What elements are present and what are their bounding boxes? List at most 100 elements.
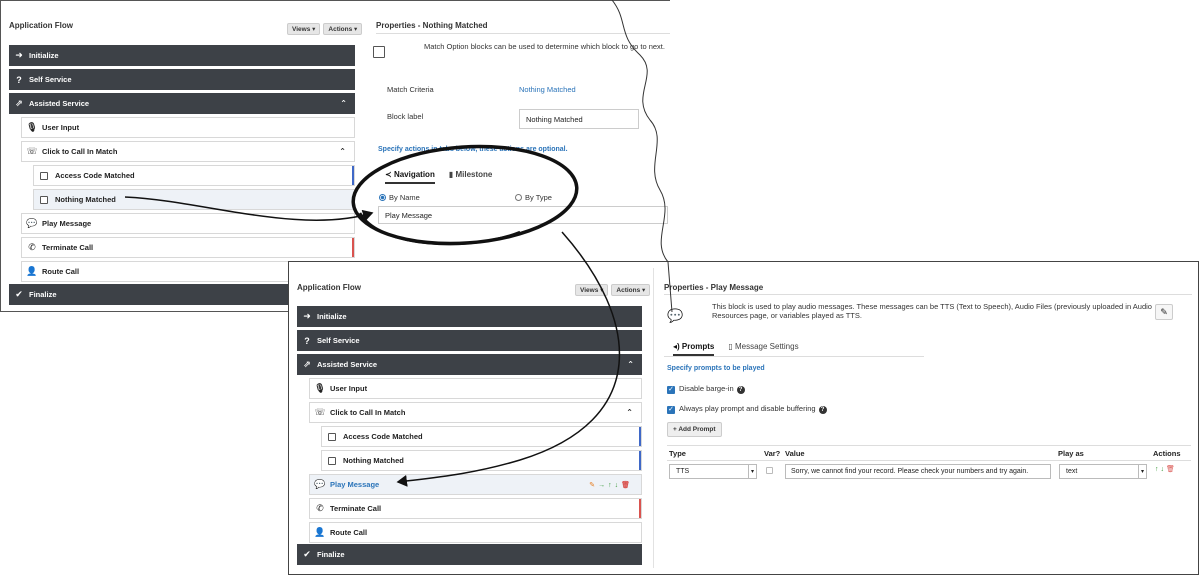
document-icon: ▯ [728,342,735,351]
microphone-icon: 🎙 [314,383,326,393]
actions-button[interactable]: Actions ▾ [323,23,363,35]
tab-navigation[interactable]: ≺ Navigation [385,170,435,184]
flow-toolbar: Views ▾ Actions ▾ [287,23,363,35]
block-route-call[interactable]: 👤 Route Call [309,522,642,543]
divider [376,33,670,34]
block-initialize[interactable]: ➜ Initialize [297,306,642,327]
edit-icon[interactable]: ✎ [589,482,598,489]
hang-up-icon: ✆ [316,503,324,513]
sign-in-icon: ➜ [303,311,311,321]
type-select[interactable]: TTS ▾ [669,464,757,479]
screenshot-play-message: Application Flow Views ▾ Actions ▾ ➜ Ini… [288,261,1199,575]
match-criteria-value[interactable]: Nothing Matched [519,85,576,94]
block-label: Click to Call In Match [42,147,118,156]
radio-by-name[interactable]: By Name [379,193,420,202]
tab-divider [664,356,924,357]
help-icon[interactable]: ? [818,406,827,414]
speech-bubble-icon: 💬 [26,218,38,228]
checkmark-icon: ✔ [303,549,311,559]
block-label: Assisted Service [317,360,378,369]
block-label: Nothing Matched [343,456,404,465]
block-label: Terminate Call [42,243,94,252]
block-label: Play Message [42,219,92,228]
disable-barge-in[interactable]: ✓ Disable barge-in? [667,384,745,394]
chevron-up-icon[interactable]: ⌃ [627,360,634,369]
speech-bubble-icon: 💬 [667,308,684,323]
radio-selected[interactable] [379,194,386,201]
match-criteria-label: Match Criteria [387,85,434,94]
block-nothing-matched[interactable]: Nothing Matched [321,450,642,471]
divider [664,294,1192,295]
block-nothing-matched[interactable]: Nothing Matched [33,189,355,210]
agent-icon: 👤 [314,527,326,537]
block-access-code-matched[interactable]: Access Code Matched [321,426,642,447]
target-block-input[interactable]: Play Message [378,206,668,224]
phone-icon: ☏ [314,407,326,417]
block-terminate-call[interactable]: ✆ Terminate Call [309,498,642,519]
block-label: Self Service [317,336,360,345]
block-self-service[interactable]: ? Self Service [9,69,355,90]
block-click-to-call[interactable]: ☏ Click to Call In Match ⌃ [21,141,355,162]
radio-unselected[interactable] [515,194,522,201]
block-label: Nothing Matched [55,195,116,204]
checkbox[interactable] [328,456,336,465]
arrow-right-icon[interactable]: → [598,482,608,489]
trash-icon[interactable]: 🗑 [1166,466,1177,473]
tab-milestone[interactable]: ▮ Milestone [449,170,493,184]
checkbox[interactable] [40,195,48,204]
radio-by-type[interactable]: By Type [515,193,552,202]
views-button[interactable]: Views ▾ [575,284,609,296]
tab-message-settings[interactable]: ▯ Message Settings [728,342,798,356]
microphone-icon: 🎙 [26,122,38,132]
block-label: Finalize [29,290,57,299]
column-play-as: Play as [1058,449,1084,458]
block-label: Terminate Call [330,504,382,513]
block-user-input[interactable]: 🎙 User Input [21,117,355,138]
block-assisted-service[interactable]: ⇗ Assisted Service ⌃ [9,93,355,114]
block-play-message[interactable]: 💬 Play Message [21,213,355,234]
properties-description: This block is used to play audio message… [712,302,1152,320]
tab-prompts[interactable]: ◂) Prompts [673,342,715,356]
block-access-code-matched[interactable]: Access Code Matched [33,165,355,186]
block-initialize[interactable]: ➜ Initialize [9,45,355,66]
checkbox[interactable] [40,171,48,180]
help-icon[interactable]: ? [736,386,745,394]
block-finalize[interactable]: ✔ Finalize [297,544,642,565]
checkbox-checked[interactable]: ✓ [667,406,675,414]
block-label: Access Code Matched [343,432,423,441]
block-user-input[interactable]: 🎙 User Input [309,378,642,399]
column-var: Var? [764,449,781,458]
row-action-icons: ↑↓🗑 [1155,465,1177,473]
pane-divider [653,268,654,568]
chevron-up-icon[interactable]: ⌃ [626,408,633,417]
checkbox[interactable] [328,432,336,441]
trash-icon[interactable]: 🗑 [621,482,633,489]
column-type: Type [669,449,686,458]
block-terminate-call[interactable]: ✆ Terminate Call [21,237,355,258]
table-top-border [667,445,1191,446]
chevron-up-icon[interactable]: ⌃ [339,147,346,156]
phone-icon: ☏ [26,146,38,156]
pencil-icon: ✎ [1160,306,1168,317]
checkbox-checked[interactable]: ✓ [667,386,675,394]
block-label-input[interactable]: Nothing Matched [519,109,639,129]
chevron-up-icon[interactable]: ⌃ [340,99,347,108]
actions-button[interactable]: Actions ▾ [611,284,651,296]
agent-icon: 👤 [26,266,38,276]
edit-button[interactable]: ✎ [1155,304,1173,320]
block-play-message[interactable]: 💬 Play Message ✎→↑↓🗑 [309,474,642,495]
block-label: Click to Call In Match [330,408,406,417]
red-marker [352,238,354,257]
var-checkbox[interactable] [766,467,773,474]
question-icon: ? [304,335,310,346]
block-assisted-service[interactable]: ⇗ Assisted Service ⌃ [297,354,642,375]
views-button[interactable]: Views ▾ [287,23,321,35]
block-self-service[interactable]: ? Self Service [297,330,642,351]
always-play-prompt[interactable]: ✓ Always play prompt and disable bufferin… [667,404,827,414]
add-prompt-button[interactable]: + Add Prompt [667,422,722,437]
play-as-select[interactable]: text ▾ [1059,464,1147,479]
block-click-to-call[interactable]: ☏ Click to Call In Match ⌃ [309,402,642,423]
column-value: Value [785,449,805,458]
prompt-value-input[interactable]: Sorry, we cannot find your record. Pleas… [785,464,1051,479]
share-icon: ⇗ [303,359,311,369]
